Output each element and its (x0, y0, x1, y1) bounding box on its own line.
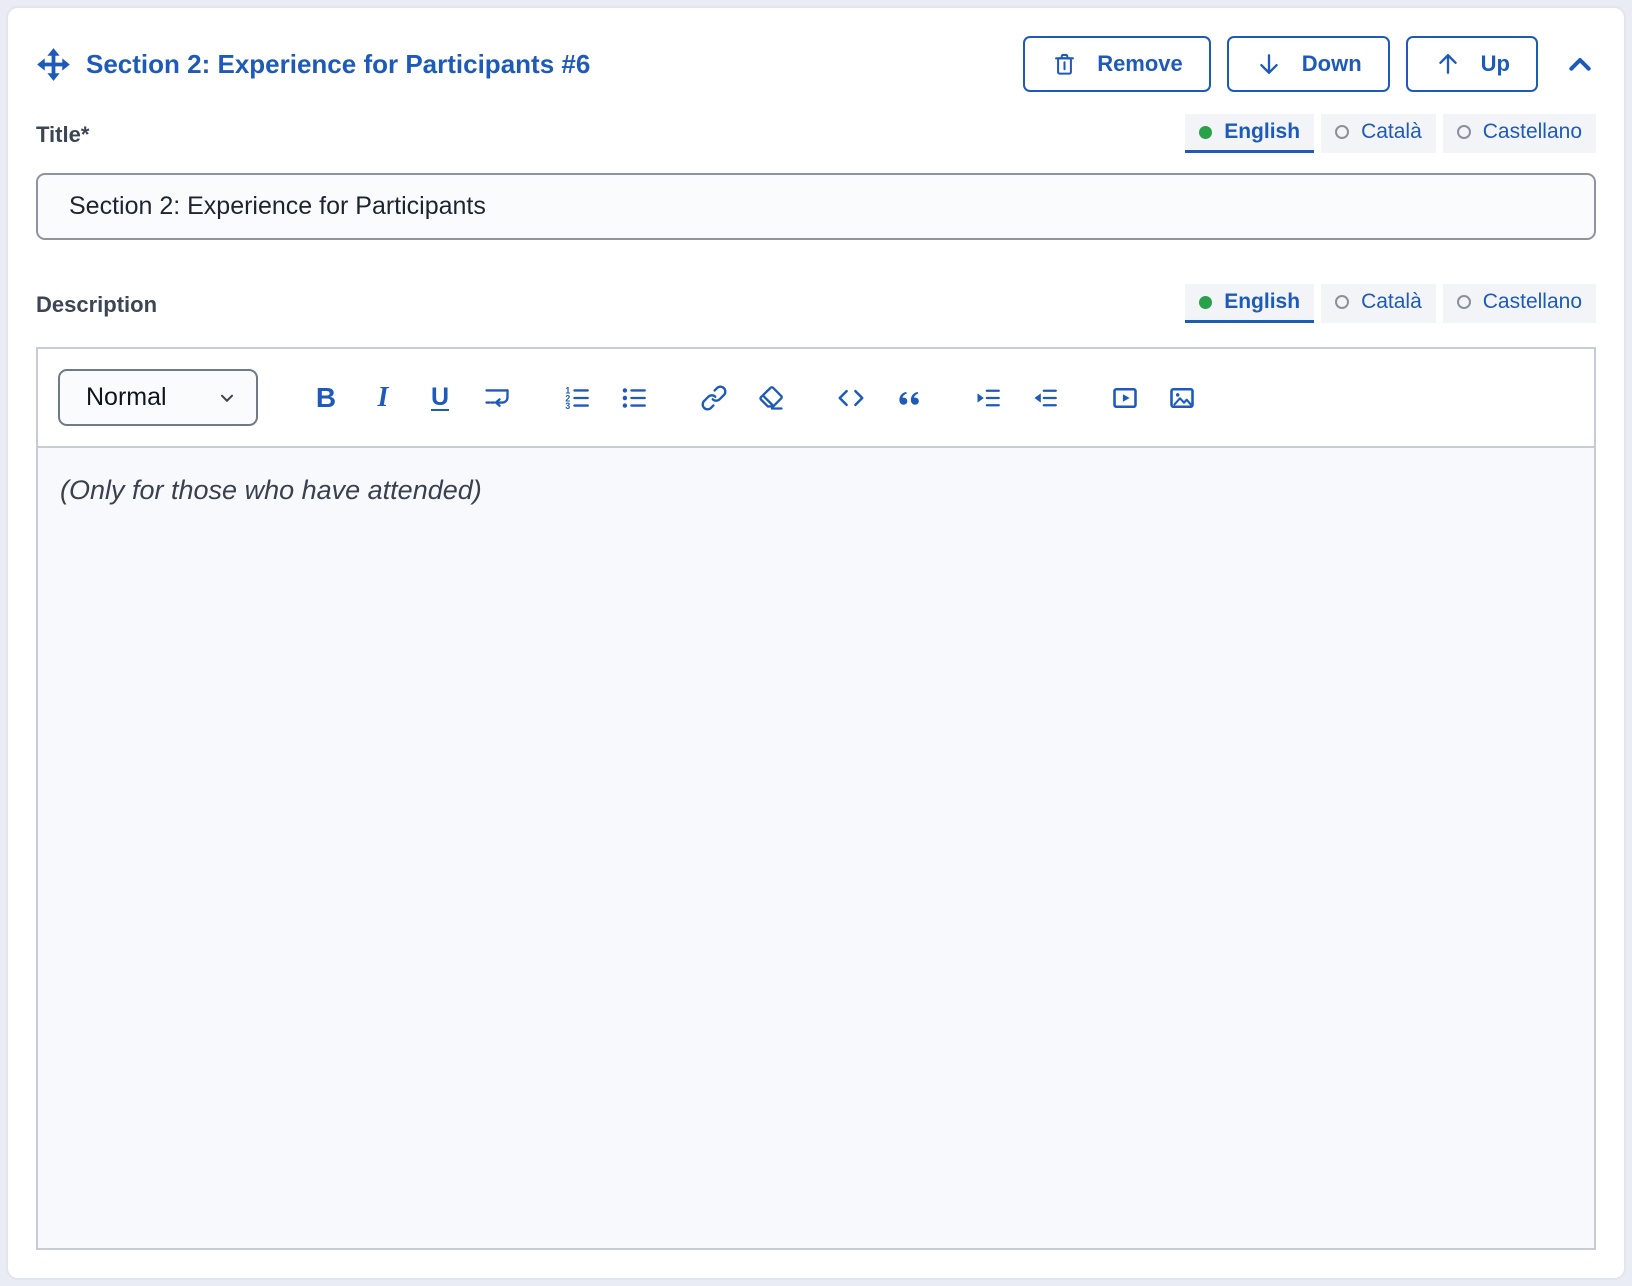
unselected-language-circle (1335, 295, 1349, 309)
trash-icon (1051, 51, 1078, 78)
title-language-selector: English Català Castellano (1185, 114, 1596, 153)
title-lang-tab-castellano[interactable]: Castellano (1443, 114, 1596, 153)
italic-glyph: I (378, 384, 389, 412)
paragraph-style-dropdown[interactable]: Normal (58, 369, 258, 426)
description-language-selector: English Català Castellano (1185, 284, 1596, 323)
ordered-list-icon[interactable]: 1 2 3 (561, 381, 593, 415)
title-lang-tab-catala-label: Català (1361, 120, 1422, 144)
move-icon[interactable] (36, 47, 71, 82)
toolbar-group-lists: 1 2 3 (561, 381, 650, 415)
title-lang-tab-english-label: English (1224, 120, 1300, 144)
selected-language-dot (1199, 126, 1212, 139)
arrow-down-icon (1255, 50, 1283, 78)
description-lang-tab-catala[interactable]: Català (1321, 284, 1436, 323)
rich-text-editor-content[interactable]: (Only for those who have attended) (38, 448, 1594, 1248)
toolbar-group-blocks (835, 381, 924, 415)
toolbar-group-text-format: B I U (310, 381, 513, 415)
toolbar-group-indent (972, 381, 1061, 415)
title-input[interactable] (36, 173, 1596, 240)
move-down-button[interactable]: Down (1227, 36, 1390, 92)
remove-button-label: Remove (1097, 51, 1183, 77)
selected-language-dot (1199, 296, 1212, 309)
bold-icon[interactable]: B (310, 381, 342, 415)
section-header-left: Section 2: Experience for Participants #… (36, 47, 1007, 82)
description-lang-tab-english[interactable]: English (1185, 284, 1314, 323)
editor-paragraph: (Only for those who have attended) (60, 475, 1572, 506)
italic-icon[interactable]: I (367, 381, 399, 415)
collapse-section-button[interactable] (1564, 48, 1596, 80)
underline-icon[interactable]: U (424, 381, 456, 415)
description-lang-tab-catala-label: Català (1361, 290, 1422, 314)
blockquote-icon[interactable] (892, 381, 924, 415)
video-icon[interactable] (1109, 381, 1141, 415)
chevron-down-icon (216, 387, 238, 409)
unselected-language-circle (1335, 125, 1349, 139)
title-field-label: Title* (36, 122, 89, 153)
link-icon[interactable] (698, 381, 730, 415)
title-lang-tab-english[interactable]: English (1185, 114, 1314, 153)
arrow-up-icon (1434, 50, 1462, 78)
chevron-up-icon (1564, 48, 1596, 80)
remove-button[interactable]: Remove (1023, 36, 1211, 92)
section-header: Section 2: Experience for Participants #… (36, 36, 1596, 92)
bullet-list-icon[interactable] (618, 381, 650, 415)
description-lang-tab-castellano-label: Castellano (1483, 290, 1582, 314)
description-lang-tab-english-label: English (1224, 290, 1300, 314)
indent-increase-icon[interactable] (972, 381, 1004, 415)
unselected-language-circle (1457, 125, 1471, 139)
section-title-heading: Section 2: Experience for Participants #… (86, 49, 590, 80)
title-lang-tab-catala[interactable]: Català (1321, 114, 1436, 153)
description-field-label: Description (36, 292, 157, 323)
editor-toolbar: Normal B I U (38, 349, 1594, 448)
toolbar-group-link (698, 381, 787, 415)
move-down-button-label: Down (1302, 51, 1362, 77)
line-break-icon[interactable] (481, 381, 513, 415)
rich-text-editor: Normal B I U (36, 347, 1596, 1250)
underline-glyph: U (431, 385, 449, 410)
code-view-icon[interactable] (835, 381, 867, 415)
title-lang-tab-castellano-label: Castellano (1483, 120, 1582, 144)
description-field-row: Description English Català Castellano (36, 284, 1596, 323)
indent-decrease-icon[interactable] (1029, 381, 1061, 415)
move-up-button-label: Up (1481, 51, 1510, 77)
toolbar-group-media (1109, 381, 1198, 415)
title-field-row: Title* English Català Castellano (36, 114, 1596, 153)
clear-formatting-icon[interactable] (755, 381, 787, 415)
paragraph-style-value: Normal (86, 383, 167, 412)
unselected-language-circle (1457, 295, 1471, 309)
svg-text:3: 3 (565, 400, 570, 410)
bold-glyph: B (316, 384, 336, 412)
section-editor-card: Section 2: Experience for Participants #… (6, 6, 1626, 1280)
move-up-button[interactable]: Up (1406, 36, 1538, 92)
description-lang-tab-castellano[interactable]: Castellano (1443, 284, 1596, 323)
image-icon[interactable] (1166, 381, 1198, 415)
